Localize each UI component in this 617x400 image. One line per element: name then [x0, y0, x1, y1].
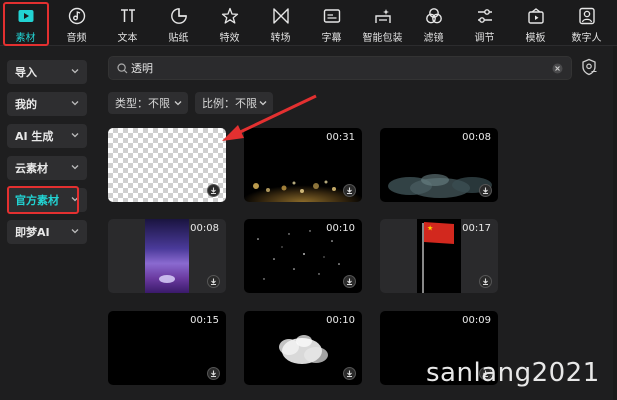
- search-icon: [117, 63, 128, 74]
- sidebar-item-jimeng-ai[interactable]: 即梦AI: [7, 220, 87, 244]
- sidebar-item-cloud[interactable]: 云素材: [7, 156, 87, 180]
- smart-pack-icon: [374, 9, 391, 23]
- ratio-filter-label: 比例：不限: [202, 97, 257, 110]
- filter-icon: [425, 8, 442, 24]
- tool-smart-pack[interactable]: 智能包装: [357, 0, 408, 46]
- sidebar-item-label: 即梦AI: [15, 226, 50, 239]
- media-card-flag[interactable]: ★ 00:17: [380, 219, 498, 293]
- media-card-transparent[interactable]: [108, 128, 226, 202]
- type-filter-label: 类型：不限: [115, 97, 170, 110]
- tool-sticker[interactable]: 贴纸: [153, 0, 204, 46]
- media-duration: 00:10: [326, 223, 355, 234]
- sidebar-item-label: 导入: [15, 66, 37, 79]
- music-note-icon: [68, 7, 85, 25]
- media-duration: 00:08: [190, 223, 219, 234]
- annotation-box-official: [7, 186, 79, 214]
- media-card-dark-1[interactable]: 00:15: [108, 311, 226, 385]
- download-icon[interactable]: [479, 184, 492, 197]
- tool-digital-human-label: 数字人: [571, 33, 602, 44]
- top-toolbar: 素材 音频 文本 贴纸 特效 转场 字幕 智能包装 滤镜 调节 模板 数字人: [0, 0, 617, 46]
- watermark-text: sanlang2021: [426, 358, 600, 388]
- sidebar-item-mine[interactable]: 我的: [7, 92, 87, 116]
- tool-text-label: 文本: [117, 33, 138, 44]
- sidebar-item-import[interactable]: 导入: [7, 60, 87, 84]
- tool-audio-label: 音频: [66, 33, 87, 44]
- chevron-down-icon: [71, 229, 79, 234]
- sidebar-item-ai-generate[interactable]: AI 生成: [7, 124, 87, 148]
- media-duration: 00:31: [326, 132, 355, 143]
- tool-transition[interactable]: 转场: [255, 0, 306, 46]
- search-bar: [108, 56, 572, 80]
- shield-off-icon[interactable]: [580, 58, 598, 76]
- media-card-particles[interactable]: 00:10: [244, 219, 362, 293]
- download-icon[interactable]: [207, 367, 220, 380]
- media-card-purple-night[interactable]: 00:08: [108, 219, 226, 293]
- tool-filter[interactable]: 滤镜: [408, 0, 459, 46]
- sparkle-star-icon: [221, 7, 238, 24]
- download-icon[interactable]: [343, 184, 356, 197]
- flag-thumbnail: ★: [417, 219, 461, 293]
- type-filter-dropdown[interactable]: 类型：不限: [108, 92, 188, 114]
- tool-audio[interactable]: 音频: [51, 0, 102, 46]
- media-duration: 00:09: [462, 315, 491, 326]
- tool-subtitle-label: 字幕: [321, 33, 342, 44]
- media-duration: 00:15: [190, 315, 219, 326]
- tool-template-label: 模板: [525, 33, 546, 44]
- tool-digital-human[interactable]: 数字人: [561, 0, 612, 46]
- sidebar-item-label: 我的: [15, 98, 37, 111]
- ratio-filter-dropdown[interactable]: 比例：不限: [195, 92, 273, 114]
- text-icon: [120, 9, 135, 22]
- media-card-smoke[interactable]: 00:08: [380, 128, 498, 202]
- sidebar-item-label: 云素材: [15, 162, 48, 175]
- media-duration: 00:10: [326, 315, 355, 326]
- tool-subtitle[interactable]: 字幕: [306, 0, 357, 46]
- tool-adjust-label: 调节: [474, 33, 495, 44]
- tool-transition-label: 转场: [270, 33, 291, 44]
- annotation-box-media-tab: [3, 2, 49, 46]
- download-icon[interactable]: [207, 275, 220, 288]
- media-duration: 00:17: [462, 223, 491, 234]
- sticker-icon: [170, 8, 187, 24]
- sidebar-item-label: AI 生成: [15, 130, 54, 143]
- subtitle-icon: [323, 9, 340, 23]
- chevron-down-icon: [71, 69, 79, 74]
- download-icon[interactable]: [343, 275, 356, 288]
- tool-filter-label: 滤镜: [423, 33, 444, 44]
- tool-effects[interactable]: 特效: [204, 0, 255, 46]
- tool-smart-pack-label: 智能包装: [362, 33, 403, 44]
- media-card-gold-bokeh[interactable]: 00:31: [244, 128, 362, 202]
- template-icon: [527, 8, 544, 24]
- digital-human-icon: [578, 7, 595, 25]
- download-icon[interactable]: [479, 275, 492, 288]
- download-icon[interactable]: [207, 184, 220, 197]
- chevron-down-icon: [71, 133, 79, 138]
- search-input[interactable]: [131, 60, 551, 76]
- tool-text[interactable]: 文本: [102, 0, 153, 46]
- purple-night-thumbnail: [145, 219, 189, 293]
- adjust-sliders-icon: [477, 9, 492, 23]
- tool-adjust[interactable]: 调节: [459, 0, 510, 46]
- media-duration: 00:08: [462, 132, 491, 143]
- tool-sticker-label: 贴纸: [168, 33, 189, 44]
- transition-icon: [272, 8, 289, 24]
- chevron-down-icon: [71, 165, 79, 170]
- chevron-down-icon: [259, 101, 267, 106]
- tool-effects-label: 特效: [219, 33, 240, 44]
- chevron-down-icon: [174, 101, 182, 106]
- tool-template[interactable]: 模板: [510, 0, 561, 46]
- clear-icon[interactable]: [552, 63, 563, 74]
- scrollbar[interactable]: [613, 46, 617, 400]
- download-icon[interactable]: [343, 367, 356, 380]
- chevron-down-icon: [71, 101, 79, 106]
- media-card-white-smoke[interactable]: 00:10: [244, 311, 362, 385]
